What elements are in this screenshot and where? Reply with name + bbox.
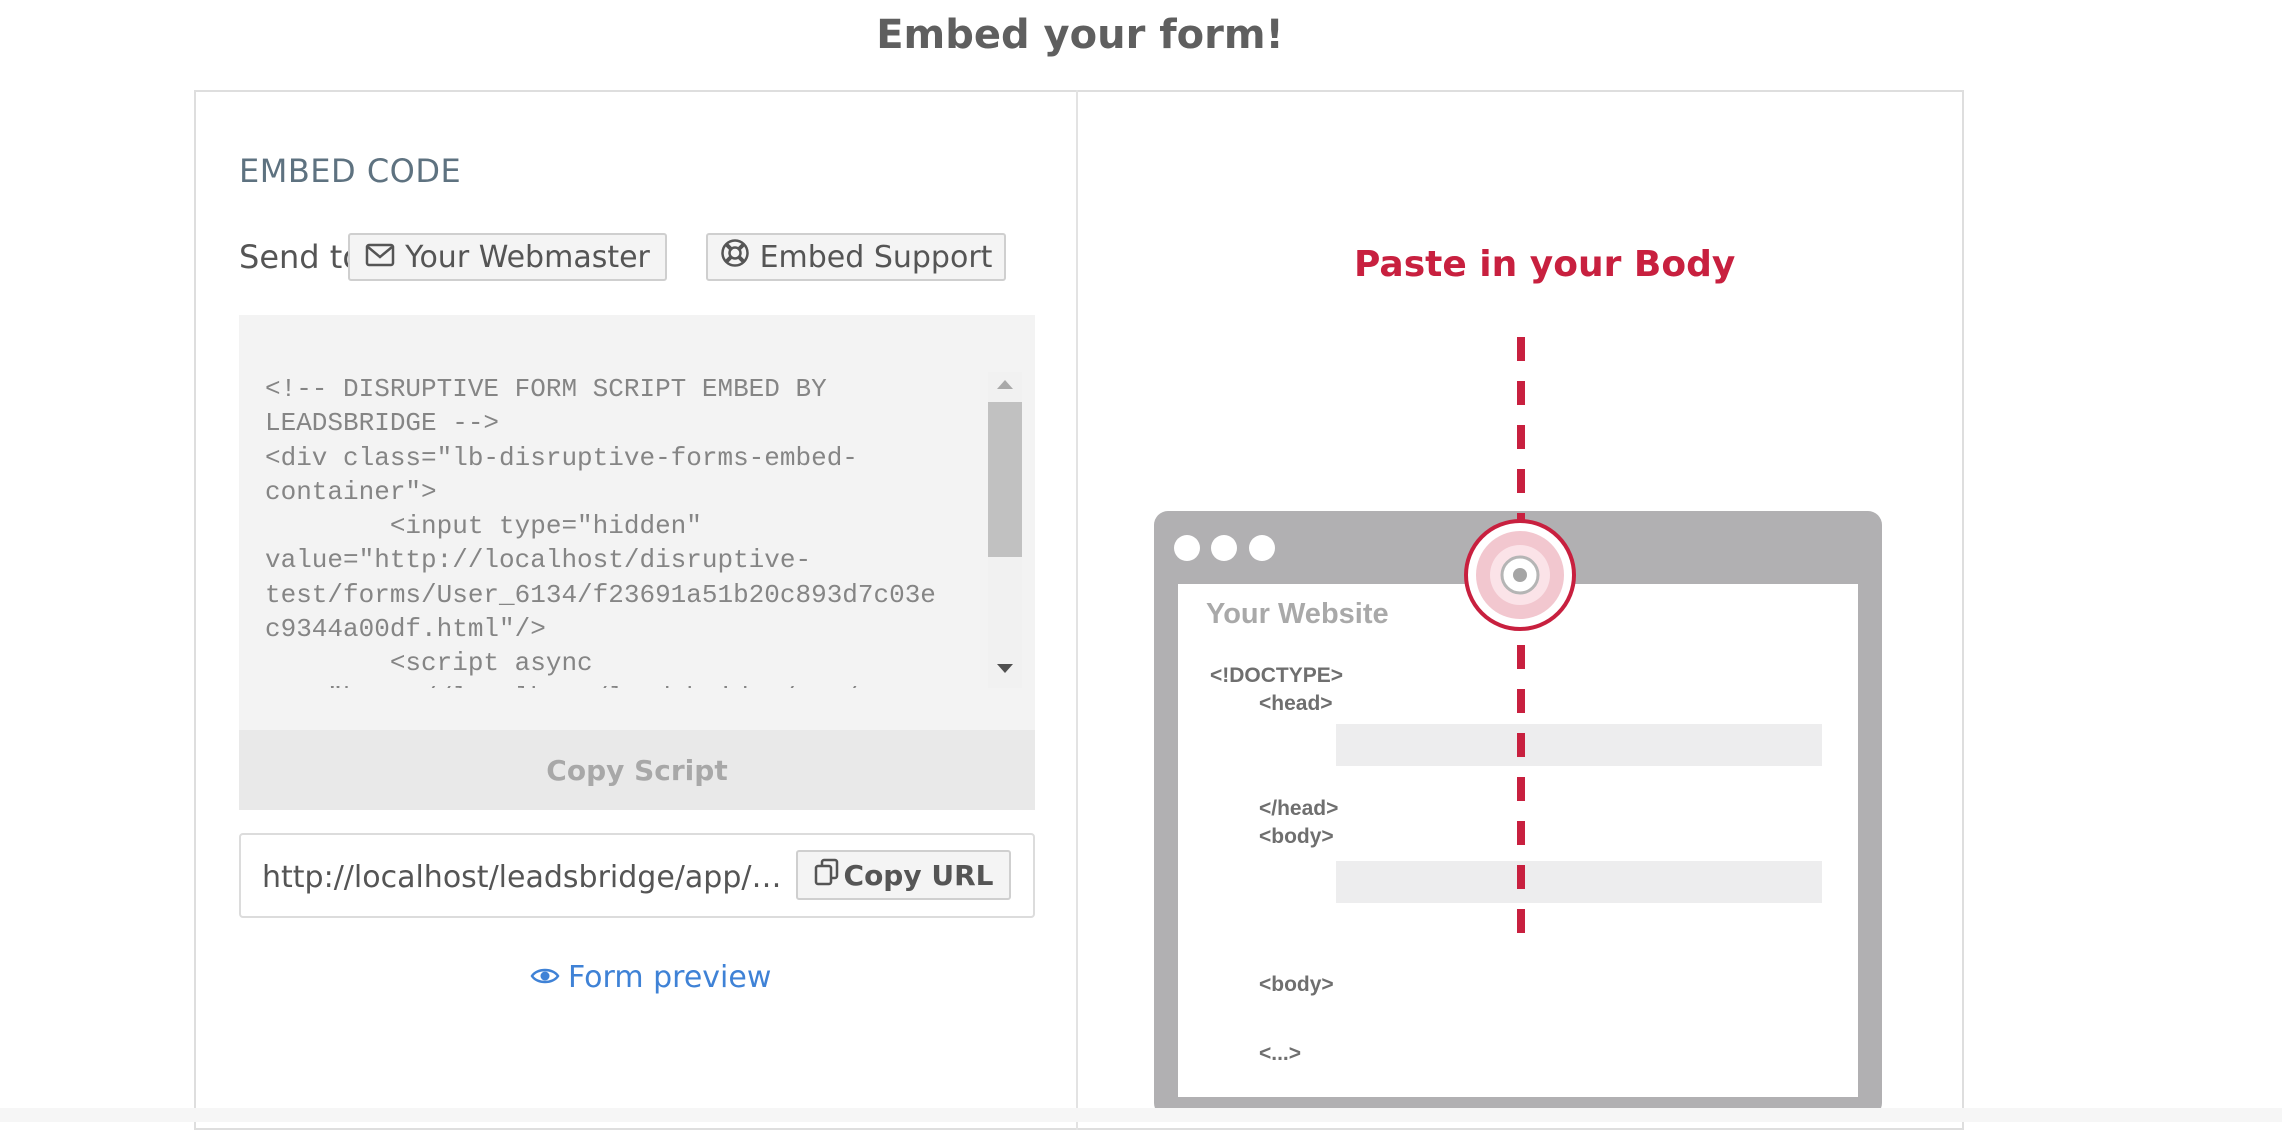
head-placeholder bbox=[1336, 724, 1822, 766]
body-close-label: <body> bbox=[1259, 973, 1334, 996]
cursor-target-icon bbox=[1464, 519, 1576, 631]
page-footer-strip bbox=[0, 1108, 2282, 1122]
window-dot-3 bbox=[1249, 535, 1275, 561]
head-close-label: </head> bbox=[1259, 797, 1338, 820]
doctype-label: <!DOCTYPE> bbox=[1210, 664, 1343, 687]
ellipsis-label: <...> bbox=[1259, 1042, 1301, 1065]
body-placeholder bbox=[1336, 861, 1822, 903]
website-illustration: Your Website <!DOCTYPE> <head> </head> <… bbox=[1154, 337, 1882, 1117]
body-open-label: <body> bbox=[1259, 825, 1334, 848]
window-dot-2 bbox=[1211, 535, 1237, 561]
website-label: Your Website bbox=[1206, 598, 1389, 630]
window-dot-1 bbox=[1174, 535, 1200, 561]
head-open-label: <head> bbox=[1259, 692, 1333, 715]
